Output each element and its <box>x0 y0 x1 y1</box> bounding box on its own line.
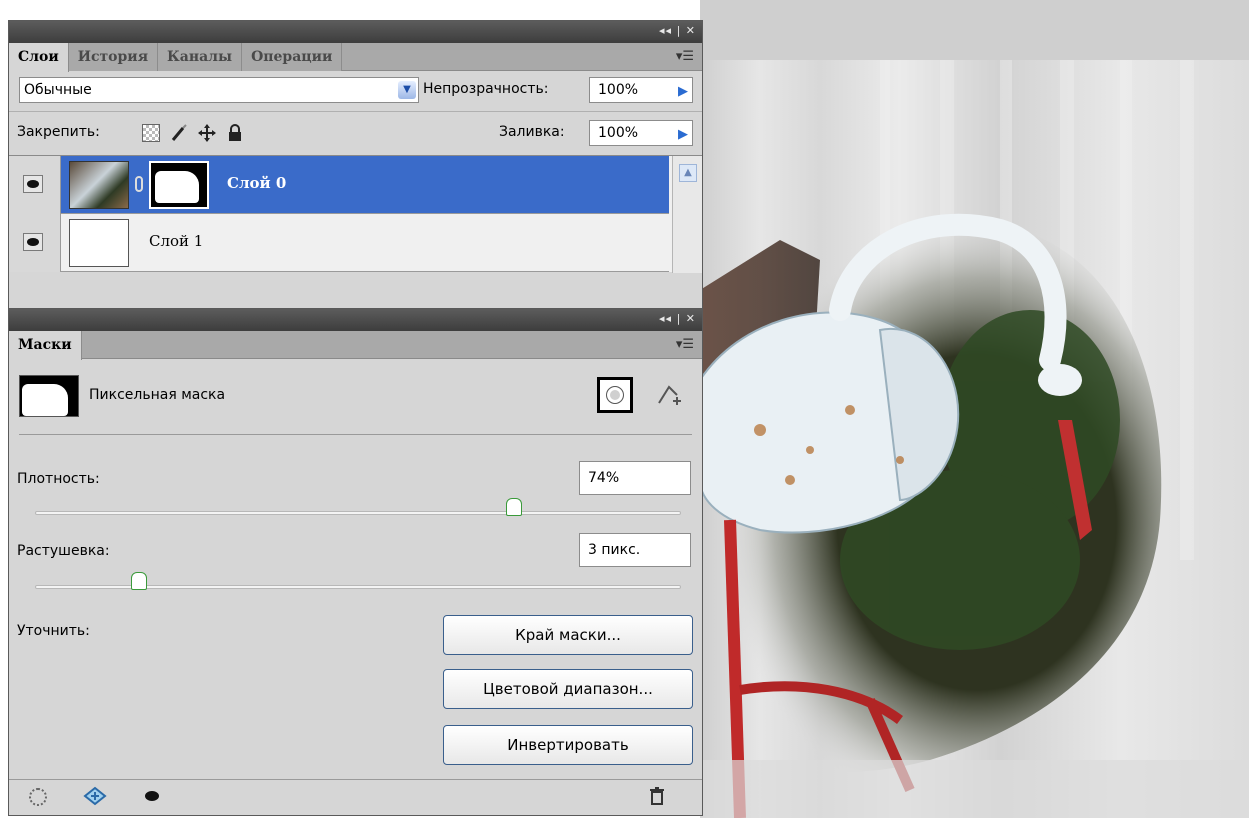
feather-slider-handle[interactable] <box>131 572 148 590</box>
panel-menu-icon[interactable]: ▾☰ <box>676 49 694 64</box>
arrow-right-icon[interactable]: ▶ <box>678 80 688 104</box>
mask-edge-button[interactable]: Край маски... <box>443 615 693 655</box>
layer-name: Слой 0 <box>227 174 287 192</box>
vector-mask-icon[interactable] <box>649 377 685 413</box>
feather-value: 3 пикс. <box>588 542 641 558</box>
density-slider[interactable] <box>35 498 681 516</box>
density-input[interactable]: 74% <box>579 461 691 495</box>
tab-history[interactable]: История <box>68 43 159 71</box>
layers-panel: ◂◂ | ✕ Слои История Каналы Операции ▾☰ О… <box>8 20 703 316</box>
fill-input[interactable]: 100% ▶ <box>589 120 693 146</box>
layer-name: Слой 1 <box>149 232 204 250</box>
feather-slider[interactable] <box>35 572 681 590</box>
panel-titlebar[interactable]: ◂◂ | ✕ <box>9 21 702 43</box>
layers-tabbar: Слои История Каналы Операции ▾☰ <box>9 43 702 72</box>
panel-menu-icon[interactable]: ▾☰ <box>676 337 694 352</box>
apply-mask-icon[interactable] <box>83 786 107 810</box>
layer-thumbnail <box>69 219 129 267</box>
collapse-close-controls[interactable]: ◂◂ | ✕ <box>659 312 696 325</box>
visibility-cell <box>9 156 61 214</box>
visibility-cell <box>9 214 61 272</box>
eye-icon[interactable] <box>145 791 159 801</box>
layer-thumbnail <box>69 161 129 209</box>
layer-row-0[interactable]: Слой 0 <box>9 156 669 214</box>
blend-row: Обычные ▼ Непрозрачность: 100% ▶ <box>9 71 702 111</box>
panel-titlebar[interactable]: ◂◂ | ✕ <box>9 309 702 331</box>
photo-image <box>700 60 1249 818</box>
mask-header: Пиксельная маска <box>19 359 692 435</box>
density-label: Плотность: <box>17 471 100 487</box>
tab-channels[interactable]: Каналы <box>158 43 243 71</box>
chain-link-icon[interactable] <box>135 176 143 192</box>
trash-icon[interactable] <box>649 786 665 810</box>
opacity-label: Непрозрачность: <box>423 81 549 97</box>
eye-icon[interactable] <box>23 233 43 251</box>
blend-mode-select[interactable]: Обычные ▼ <box>19 77 419 103</box>
masks-footer <box>9 779 702 815</box>
pixel-mask-button[interactable] <box>597 377 633 413</box>
tab-masks[interactable]: Маски <box>9 331 82 360</box>
masks-tabbar: Маски ▾☰ <box>9 331 702 360</box>
load-selection-icon[interactable] <box>29 788 47 806</box>
opacity-value: 100% <box>598 82 639 98</box>
scroll-up-icon[interactable]: ▲ <box>679 164 697 182</box>
brush-icon[interactable] <box>170 124 188 142</box>
refine-label: Уточнить: <box>17 623 90 639</box>
pixel-mask-icon <box>606 386 624 404</box>
fill-value: 100% <box>598 125 639 141</box>
lock-label: Закрепить: <box>17 124 100 140</box>
tab-layers[interactable]: Слои <box>9 43 69 72</box>
tab-actions[interactable]: Операции <box>242 43 343 71</box>
mask-type-label: Пиксельная маска <box>89 387 226 403</box>
document-canvas[interactable] <box>700 0 1249 818</box>
feather-label: Растушевка: <box>17 543 110 559</box>
collapse-close-controls[interactable]: ◂◂ | ✕ <box>659 24 696 37</box>
lock-icon[interactable] <box>226 124 244 142</box>
density-value: 74% <box>588 470 620 486</box>
layer-mask-thumbnail[interactable] <box>149 161 209 209</box>
chevron-down-icon[interactable]: ▼ <box>398 81 416 99</box>
lock-row: Закрепить: Заливка: 100% ▶ <box>9 111 702 155</box>
layer-list: Слой 0 Слой 1 ▲ <box>9 155 702 273</box>
layer-list-scrollbar[interactable]: ▲ <box>672 156 702 273</box>
arrow-right-icon[interactable]: ▶ <box>678 123 688 147</box>
feather-input[interactable]: 3 пикс. <box>579 533 691 567</box>
lock-transparency-icon[interactable] <box>142 124 160 142</box>
mask-thumbnail <box>19 375 79 417</box>
color-range-button[interactable]: Цветовой диапазон... <box>443 669 693 709</box>
invert-button[interactable]: Инвертировать <box>443 725 693 765</box>
masks-panel: ◂◂ | ✕ Маски ▾☰ Пиксельная маска Плотнос… <box>8 308 703 816</box>
move-icon[interactable] <box>198 124 216 142</box>
fill-label: Заливка: <box>499 124 565 140</box>
blend-mode-value: Обычные <box>24 82 92 98</box>
layer-row-1[interactable]: Слой 1 <box>9 214 669 272</box>
eye-icon[interactable] <box>23 175 43 193</box>
opacity-input[interactable]: 100% ▶ <box>589 77 693 103</box>
density-slider-handle[interactable] <box>506 498 523 516</box>
